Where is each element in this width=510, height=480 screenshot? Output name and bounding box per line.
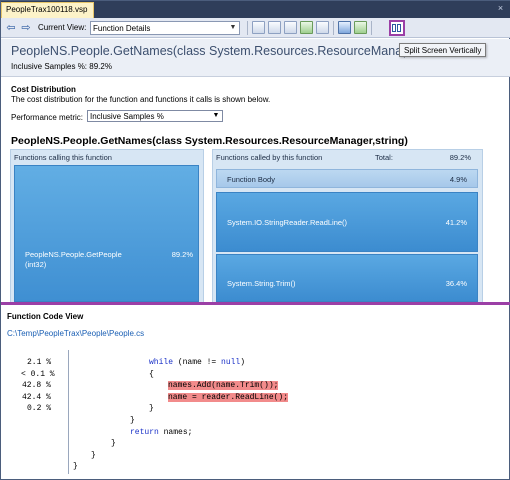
- code-view-title: Function Code View: [7, 312, 84, 321]
- callee-name: System.String.Trim(): [227, 279, 296, 288]
- current-view-label: Current View:: [38, 23, 87, 32]
- split-divider[interactable]: [1, 302, 510, 305]
- gutter-value: 0.2 %: [27, 404, 52, 414]
- toolbar-separator: [247, 21, 248, 35]
- code-line: }: [111, 439, 116, 449]
- current-view-dropdown[interactable]: Function Details ▼: [90, 21, 240, 35]
- gutter-value: 2.1 %: [27, 358, 52, 367]
- copy-icon[interactable]: [316, 21, 329, 34]
- gutter-separator: [68, 350, 69, 474]
- code-line: {: [149, 369, 154, 379]
- source-code: while (name != null) { names.Add(name.Tr…: [71, 358, 289, 474]
- forward-arrow-icon[interactable]: ⇨: [20, 22, 32, 34]
- document-tab[interactable]: PeopleTrax100118.vsp: [1, 2, 95, 18]
- performance-metric-value: Inclusive Samples %: [90, 112, 164, 121]
- document-tab-label: PeopleTrax100118.vsp: [6, 5, 88, 14]
- code-keyword: null: [221, 358, 241, 367]
- report-icon[interactable]: [252, 21, 265, 34]
- gutter-value: < 0.1 %: [21, 369, 55, 379]
- document-tab-strip: PeopleTrax100118.vsp ×: [1, 1, 510, 18]
- callers-header: Functions calling this function: [14, 153, 112, 162]
- toolbar-separator: [371, 21, 372, 35]
- code-keyword: return: [130, 427, 159, 437]
- inclusive-samples: Inclusive Samples %: 89.2%: [11, 62, 112, 71]
- filter-icon[interactable]: [284, 21, 297, 34]
- code-line: }: [73, 462, 78, 472]
- callee-pct: 41.2%: [445, 218, 467, 227]
- callees-total-pct: 89.2%: [449, 153, 471, 162]
- code-view[interactable]: 2.1 % < 0.1 % 42.8 % 42.4 % 0.2 % while …: [1, 348, 510, 478]
- code-line: while (name != null): [149, 358, 246, 367]
- source-file-link[interactable]: C:\Temp\PeopleTrax\People\People.cs: [7, 329, 144, 338]
- code-line: }: [130, 415, 135, 425]
- profiler-window: PeopleTrax100118.vsp × ⇦ ⇨ Current View:…: [0, 0, 510, 480]
- code-line: name = reader.ReadLine();: [71, 392, 289, 405]
- split-pane-right-icon: [397, 24, 401, 32]
- callees-header: Functions called by this function: [216, 153, 323, 162]
- function-title: PeopleNS.People.GetNames(class System.Re…: [11, 44, 405, 58]
- chevron-down-icon: ▼: [212, 112, 220, 119]
- callee-item[interactable]: System.String.Trim() 36.4%: [216, 254, 478, 302]
- split-pane-left-icon: [392, 24, 396, 32]
- cost-distribution-title: Cost Distribution: [11, 85, 76, 94]
- caller-pct: 89.2%: [171, 250, 193, 259]
- current-view-value: Function Details: [93, 24, 151, 33]
- toolbar: ⇦ ⇨ Current View: Function Details ▼: [1, 18, 510, 38]
- function-signature: PeopleNS.People.GetNames(class System.Re…: [11, 135, 408, 147]
- callers-panel: Functions calling this function PeopleNS…: [10, 149, 204, 303]
- back-arrow-icon[interactable]: ⇦: [5, 22, 17, 34]
- caller-item[interactable]: PeopleNS.People.GetPeople (int32) 89.2%: [14, 165, 199, 302]
- code-line: names.Add(name.Trim());: [71, 381, 288, 393]
- code-keyword: while: [149, 358, 174, 367]
- hot-line: name = reader.ReadLine();: [168, 392, 289, 402]
- split-screen-button[interactable]: [389, 20, 405, 36]
- gutter-value: 42.4 %: [22, 392, 51, 402]
- code-line: return names;: [130, 427, 193, 437]
- function-body-row[interactable]: Function Body 4.9%: [216, 169, 478, 188]
- hot-line: names.Add(name.Trim());: [168, 381, 279, 391]
- export-icon[interactable]: [300, 21, 313, 34]
- function-body-name: Function Body: [227, 175, 275, 184]
- code-line: }: [91, 450, 96, 460]
- callee-item[interactable]: System.IO.StringReader.ReadLine() 41.2%: [216, 192, 478, 252]
- performance-metric-label: Performance metric:: [11, 113, 84, 122]
- callees-panel: Functions called by this function Total:…: [212, 149, 483, 303]
- close-icon[interactable]: ×: [496, 4, 505, 13]
- callees-total-label: Total:: [375, 153, 393, 162]
- caller-name: PeopleNS.People.GetPeople (int32): [25, 250, 122, 269]
- callee-pct: 36.4%: [445, 279, 467, 288]
- code-line: }: [149, 404, 154, 414]
- gutter-value: 42.8 %: [22, 381, 51, 391]
- settings-icon[interactable]: [338, 21, 351, 34]
- percent-gutter: 2.1 % < 0.1 % 42.8 % 42.4 % 0.2 %: [7, 358, 67, 416]
- tooltip: Split Screen Vertically: [399, 43, 487, 57]
- function-body-pct: 4.9%: [449, 175, 467, 184]
- callee-name: System.IO.StringReader.ReadLine(): [227, 218, 348, 227]
- chevron-down-icon: ▼: [229, 24, 237, 31]
- toolbar-separator: [333, 21, 334, 35]
- compare-icon[interactable]: [268, 21, 281, 34]
- refresh-icon[interactable]: [354, 21, 367, 34]
- performance-metric-dropdown[interactable]: Inclusive Samples % ▼: [87, 110, 223, 122]
- cost-distribution-description: The cost distribution for the function a…: [11, 95, 271, 104]
